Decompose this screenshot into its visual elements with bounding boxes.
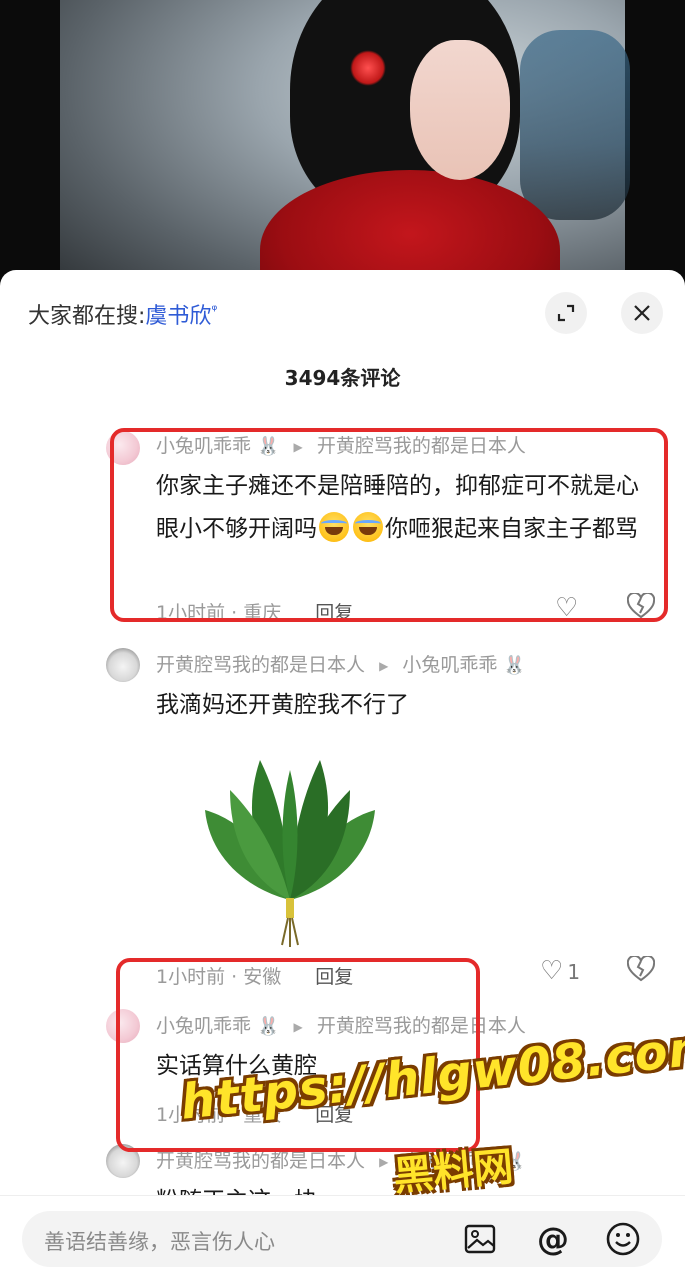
reply-arrow-icon: ▶ bbox=[379, 658, 389, 673]
dislike-button[interactable] bbox=[626, 954, 656, 989]
close-icon bbox=[634, 305, 650, 321]
emoji-button[interactable] bbox=[605, 1221, 641, 1257]
comment-meta: 开黄腔骂我的都是日本人 ▶ 小兔叽乖乖 🐰 bbox=[156, 1146, 526, 1173]
comment-meta: 开黄腔骂我的都是日本人 ▶ 小兔叽乖乖 🐰 bbox=[156, 650, 526, 677]
reply-target[interactable]: 开黄腔骂我的都是日本人 bbox=[317, 435, 526, 457]
leaf-bundle-image[interactable] bbox=[190, 750, 390, 950]
avatar[interactable] bbox=[106, 431, 140, 465]
reply-button[interactable]: 回复 bbox=[315, 1104, 353, 1126]
comment-meta: 小兔叽乖乖 🐰 ▶ 开黄腔骂我的都是日本人 bbox=[156, 1011, 526, 1038]
emoji-icon bbox=[606, 1222, 640, 1256]
video-subject-face bbox=[410, 40, 510, 180]
video-player[interactable] bbox=[0, 0, 685, 300]
heart-icon: ♡ bbox=[540, 956, 564, 986]
reply-target[interactable]: 小兔叽乖乖 bbox=[402, 1150, 497, 1172]
comment-author[interactable]: 开黄腔骂我的都是日本人 bbox=[156, 654, 365, 676]
search-icon: ᵠ bbox=[211, 302, 218, 319]
comment-footer: 1小时前 · 安徽 回复 bbox=[156, 962, 353, 989]
comment-footer: 1小时前 · 重庆 回复 bbox=[156, 1100, 353, 1127]
broken-heart-icon bbox=[626, 954, 656, 982]
comment-time-location: 1小时前 · 重庆 bbox=[156, 602, 282, 624]
author-badge: 🐰 bbox=[257, 1016, 280, 1037]
close-button[interactable] bbox=[621, 292, 663, 334]
trending-search[interactable]: 大家都在搜:虞书欣ᵠ bbox=[28, 298, 217, 330]
comment-author[interactable]: 小兔叽乖乖 bbox=[156, 435, 251, 457]
video-background bbox=[520, 30, 630, 220]
laughing-crying-emoji-icon bbox=[353, 512, 383, 542]
reply-button[interactable]: 回复 bbox=[315, 966, 353, 988]
comment-author[interactable]: 小兔叽乖乖 bbox=[156, 1015, 251, 1037]
trending-search-prefix: 大家都在搜: bbox=[28, 304, 146, 329]
like-button[interactable]: ♡ bbox=[555, 593, 578, 623]
reply-button[interactable]: 回复 bbox=[315, 602, 353, 624]
video-hair-ornament bbox=[350, 50, 386, 86]
avatar[interactable] bbox=[106, 648, 140, 682]
comment-text: 我滴妈还开黄腔我不行了 bbox=[156, 692, 409, 718]
comment-sheet: 大家都在搜:虞书欣ᵠ 3494条评论 小兔叽乖乖 🐰 ▶ 开黄腔骂我的都是日本人… bbox=[0, 270, 685, 1280]
like-button[interactable]: ♡ 1 bbox=[540, 956, 580, 986]
at-icon: @ bbox=[537, 1220, 569, 1258]
avatar[interactable] bbox=[106, 1144, 140, 1178]
video-frame bbox=[60, 0, 630, 300]
dislike-button[interactable] bbox=[626, 591, 656, 626]
image-button[interactable] bbox=[462, 1221, 498, 1257]
author-badge: 🐰 bbox=[257, 436, 280, 457]
reply-arrow-icon: ▶ bbox=[293, 439, 303, 454]
at-button[interactable]: @ bbox=[535, 1220, 571, 1258]
reply-target[interactable]: 小兔叽乖乖 bbox=[402, 654, 497, 676]
heart-icon: ♡ bbox=[555, 593, 579, 623]
comment-footer: 1小时前 · 重庆 回复 bbox=[156, 598, 353, 625]
reply-arrow-icon: ▶ bbox=[379, 1154, 389, 1169]
reply-target-badge: 🐰 bbox=[503, 655, 526, 676]
comment-author[interactable]: 开黄腔骂我的都是日本人 bbox=[156, 1150, 365, 1172]
broken-heart-icon bbox=[626, 591, 656, 619]
comment-meta: 小兔叽乖乖 🐰 ▶ 开黄腔骂我的都是日本人 bbox=[156, 431, 526, 458]
comment-count-title: 3494条评论 bbox=[284, 366, 401, 390]
avatar[interactable] bbox=[106, 1009, 140, 1043]
reply-arrow-icon: ▶ bbox=[293, 1019, 303, 1034]
reply-target-badge: 🐰 bbox=[503, 1151, 526, 1172]
comment-time-location: 1小时前 · 安徽 bbox=[156, 966, 282, 988]
like-count: 1 bbox=[567, 959, 581, 984]
comment-text: 实话算什么黄腔 bbox=[156, 1053, 317, 1079]
expand-icon bbox=[557, 304, 575, 322]
comment-input[interactable]: 善语结善缘，恶言伤人心 @ bbox=[22, 1211, 662, 1267]
comment-time-location: 1小时前 · 重庆 bbox=[156, 1104, 282, 1126]
expand-button[interactable] bbox=[545, 292, 587, 334]
reply-target[interactable]: 开黄腔骂我的都是日本人 bbox=[317, 1015, 526, 1037]
comment-text: 你家主子瘫还不是陪睡陪的，抑郁症可不就是心眼小不够开阔吗 你咂狠起来自家主子都骂 bbox=[156, 465, 661, 551]
comment-text-part: 你咂狠起来自家主子都骂 bbox=[385, 516, 638, 542]
image-icon bbox=[464, 1224, 496, 1254]
comment-input-bar: 善语结善缘，恶言伤人心 @ bbox=[0, 1195, 685, 1281]
comment-input-placeholder: 善语结善缘，恶言伤人心 bbox=[44, 1230, 275, 1254]
trending-search-keyword[interactable]: 虞书欣 bbox=[145, 304, 211, 329]
laughing-crying-emoji-icon bbox=[319, 512, 349, 542]
